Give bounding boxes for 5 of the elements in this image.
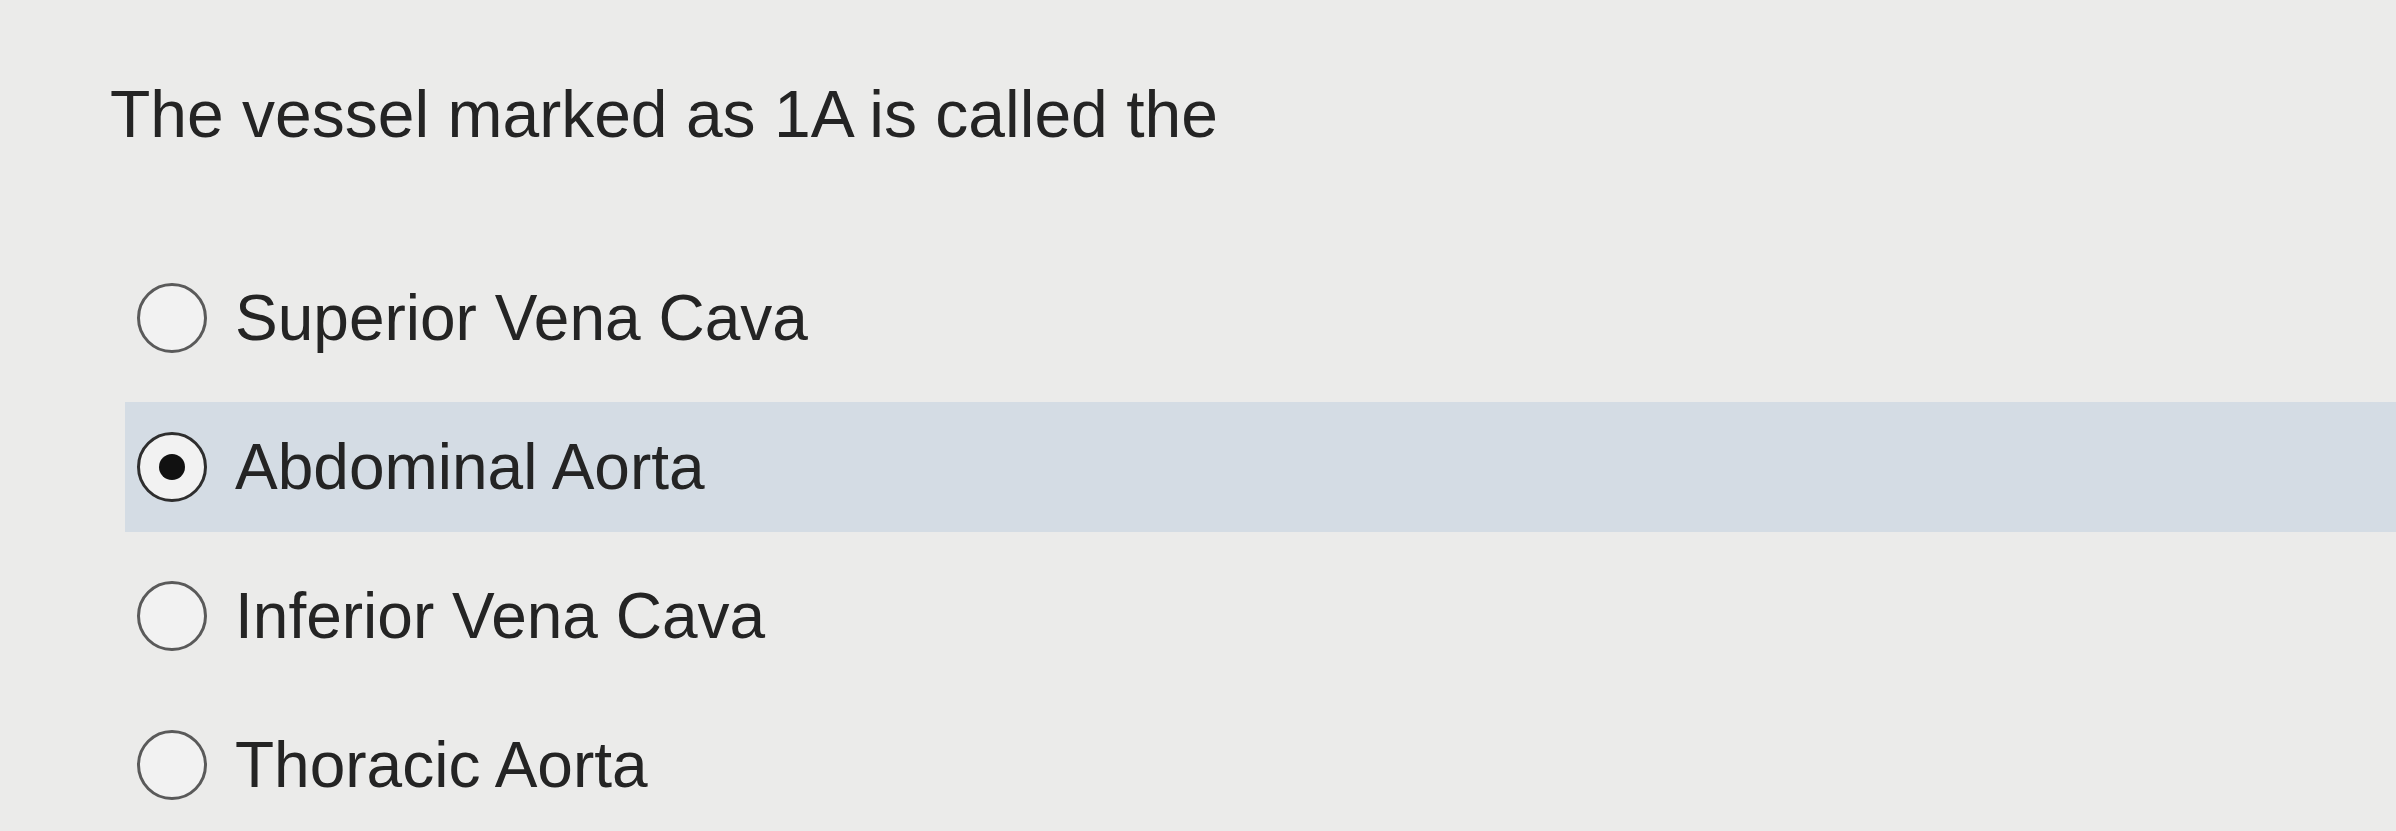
option-label[interactable]: Superior Vena Cava xyxy=(235,280,808,356)
option-label[interactable]: Inferior Vena Cava xyxy=(235,578,766,654)
question-text: The vessel marked as 1A is called the xyxy=(110,76,1218,153)
option-label[interactable]: Abdominal Aorta xyxy=(235,429,705,505)
option-label[interactable]: Thoracic Aorta xyxy=(235,727,648,803)
